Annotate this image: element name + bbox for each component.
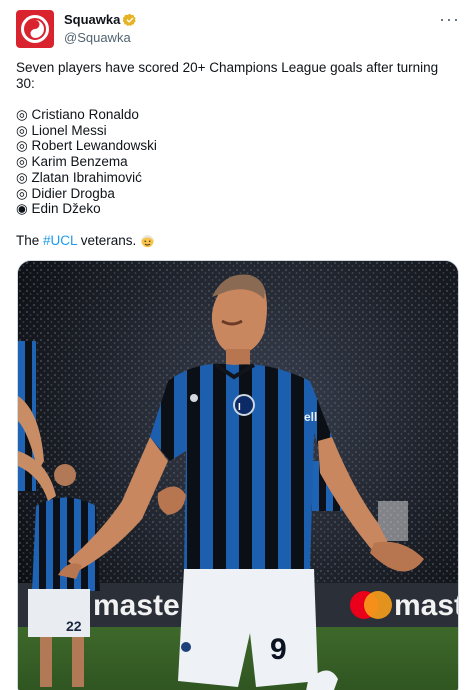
bullet-icon: ◎: [16, 169, 28, 185]
verified-badge-icon: [123, 13, 137, 27]
tweet-photo[interactable]: maste maste 22 I ell: [17, 260, 459, 690]
tweet-text: Seven players have scored 20+ Champions …: [16, 60, 456, 249]
closing-prefix: The: [16, 232, 44, 248]
hashtag-link[interactable]: #UCL: [43, 233, 77, 248]
closing-suffix: veterans.: [77, 232, 137, 248]
player-name: Lionel Messi: [31, 122, 107, 138]
squawka-logo-icon: [21, 15, 49, 43]
older-man-emoji-icon: [140, 233, 155, 248]
user-handle[interactable]: @Squawka: [64, 30, 137, 46]
bullet-icon: ◎: [16, 138, 28, 154]
shirt-number: 9: [270, 633, 287, 666]
display-name[interactable]: Squawka: [64, 12, 120, 28]
player-name: Robert Lewandowski: [31, 138, 157, 154]
more-options-icon[interactable]: ···: [439, 10, 460, 28]
tweet-closing-line: The #UCL veterans.: [16, 233, 456, 249]
player-name: Didier Drogba: [31, 185, 115, 201]
list-item: ◎ Karim Benzema: [16, 154, 456, 170]
shirt-sponsor: ell: [304, 410, 317, 424]
svg-text:I: I: [238, 402, 241, 413]
list-item: ◎ Cristiano Ronaldo: [16, 107, 456, 123]
avatar[interactable]: [16, 10, 54, 48]
tweet-header: Squawka @Squawka ···: [16, 10, 462, 52]
bullet-icon: ◎: [16, 154, 28, 170]
player-name: Zlatan Ibrahimović: [31, 169, 142, 185]
player-name: Karim Benzema: [31, 154, 128, 170]
bullet-icon: ◎: [16, 122, 28, 138]
list-item: ◉ Edin Džeko: [16, 201, 456, 217]
player-name: Cristiano Ronaldo: [31, 107, 139, 123]
board-text-right: maste: [394, 589, 459, 622]
photo-image: maste maste 22 I ell: [18, 261, 459, 690]
list-item: ◎ Zlatan Ibrahimović: [16, 170, 456, 186]
list-item: ◎ Lionel Messi: [16, 123, 456, 139]
bullet-icon: ◎: [16, 185, 28, 201]
bullet-icon: ◉: [16, 201, 28, 217]
bullet-icon: ◎: [16, 107, 28, 123]
list-item: ◎ Robert Lewandowski: [16, 138, 456, 154]
tweet-intro-line: 30:: [16, 75, 35, 91]
board-text-left: maste: [93, 589, 180, 622]
svg-text:22: 22: [66, 618, 82, 634]
tweet-intro-line: Seven players have scored 20+ Champions …: [16, 60, 439, 75]
list-item: ◎ Didier Drogba: [16, 186, 456, 202]
player-name: Edin Džeko: [31, 201, 101, 217]
